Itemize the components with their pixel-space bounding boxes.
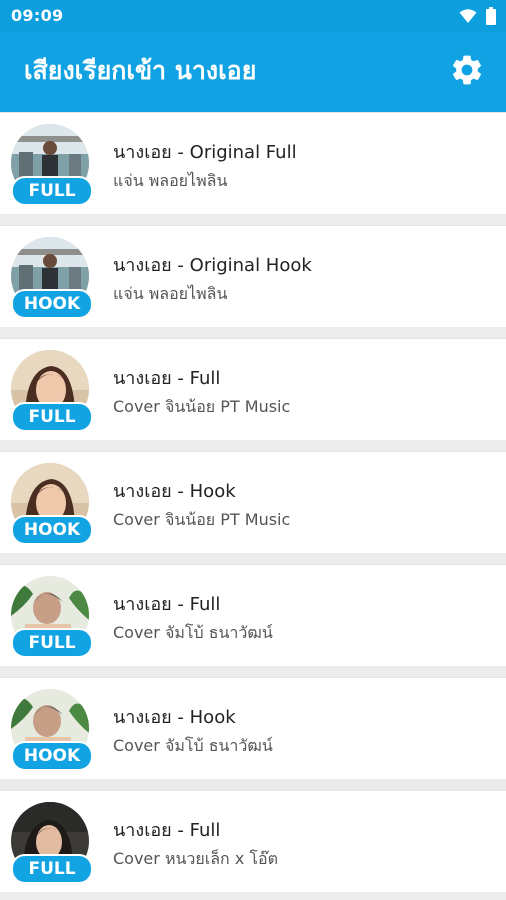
song-artist: Cover จัมโบ้ ธนาวัฒน์	[113, 736, 273, 755]
song-thumbnail: FULL	[11, 576, 93, 658]
song-item[interactable]: FULL นางเอย - Full Cover หนวยเล็ก x โอ๊ต	[0, 790, 506, 892]
settings-button[interactable]	[448, 53, 486, 91]
status-bar: 09:09	[0, 0, 506, 32]
badge: HOOK	[11, 515, 93, 545]
song-artist: Cover หนวยเล็ก x โอ๊ต	[113, 849, 278, 868]
song-thumbnail: FULL	[11, 350, 93, 432]
status-icons	[459, 7, 496, 29]
song-artist: แจ่น พลอยไพลิน	[113, 284, 228, 303]
song-thumbnail: HOOK	[11, 689, 93, 771]
song-title: นางเอย - Full	[113, 368, 221, 389]
song-thumbnail: FULL	[11, 124, 93, 206]
song-title: นางเอย - Hook	[113, 481, 236, 502]
song-item[interactable]: HOOK นางเอย - Hook Cover จินน้อย PT Musi…	[0, 451, 506, 553]
battery-icon	[486, 7, 496, 29]
song-artist: แจ่น พลอยไพลิน	[113, 171, 228, 190]
song-thumbnail: HOOK	[11, 463, 93, 545]
song-artist: Cover จินน้อย PT Music	[113, 510, 291, 529]
badge: FULL	[11, 176, 93, 206]
song-title: นางเอย - Hook	[113, 707, 236, 728]
song-artist: Cover จินน้อย PT Music	[113, 397, 291, 416]
badge: HOOK	[11, 741, 93, 771]
song-thumbnail: HOOK	[11, 237, 93, 319]
song-list: FULL นางเอย - Original Full แจ่น พลอยไพล…	[0, 112, 506, 900]
badge: FULL	[11, 628, 93, 658]
song-artist: Cover จัมโบ้ ธนาวัฒน์	[113, 623, 273, 642]
badge: FULL	[11, 854, 93, 884]
song-item[interactable]: FULL นางเอย - Original Full แจ่น พลอยไพล…	[0, 112, 506, 214]
song-item[interactable]: FULL นางเอย - Full Cover จัมโบ้ ธนาวัฒน์	[0, 564, 506, 666]
wifi-icon	[459, 8, 477, 28]
status-time: 09:09	[11, 6, 64, 25]
song-item[interactable]: FULL นางเอย - Full Cover จินน้อย PT Musi…	[0, 338, 506, 440]
song-title: นางเอย - Original Hook	[113, 255, 312, 276]
gear-icon	[449, 52, 485, 92]
song-title: นางเอย - Full	[113, 820, 221, 841]
app-title: เสียงเรียกเข้า นางเอย	[24, 56, 257, 85]
app-bar: เสียงเรียกเข้า นางเอย	[0, 32, 506, 112]
song-item[interactable]: HOOK นางเอย - Original Hook แจ่น พลอยไพล…	[0, 225, 506, 327]
song-item[interactable]: HOOK นางเอย - Hook Cover จัมโบ้ ธนาวัฒน์	[0, 677, 506, 779]
badge: HOOK	[11, 289, 93, 319]
song-title: นางเอย - Full	[113, 594, 221, 615]
badge: FULL	[11, 402, 93, 432]
song-title: นางเอย - Original Full	[113, 142, 297, 163]
song-thumbnail: FULL	[11, 802, 93, 884]
